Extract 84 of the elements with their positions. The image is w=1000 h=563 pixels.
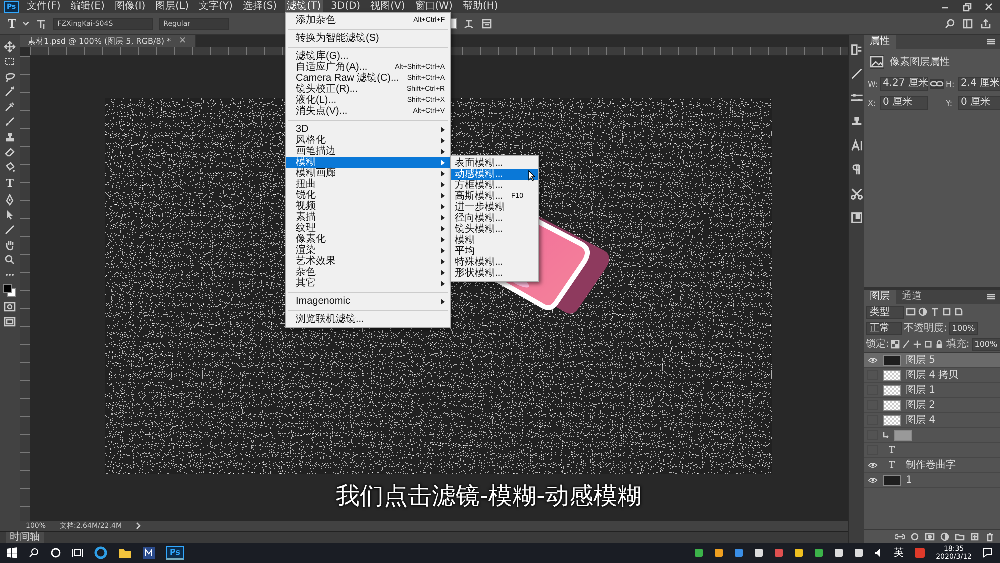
menu-item[interactable]: 形状模糊... <box>451 268 538 279</box>
layer-row[interactable]: T 制作卷曲字 <box>864 458 1000 473</box>
menu-item[interactable]: 径向模糊... <box>451 213 538 224</box>
menu-item[interactable]: 选择(S) <box>240 0 280 13</box>
input-field[interactable]: 2.4 厘米 <box>958 77 1000 91</box>
menu-item[interactable]: 窗口(W) <box>413 0 455 13</box>
input-field[interactable]: 4.27 厘米 <box>880 77 928 91</box>
layer-name: 图层 4 拷贝 <box>906 369 959 382</box>
text-layer-icon: T <box>883 444 901 456</box>
menu-item[interactable]: 方框模糊... <box>451 180 538 191</box>
menu-item[interactable]: 扭曲 <box>286 179 450 190</box>
menu-item[interactable]: 素描 <box>286 212 450 223</box>
layer-filter-dropdown[interactable]: 类型 <box>866 306 904 318</box>
layer-row[interactable]: 图层 1 <box>864 383 1000 398</box>
close-tab-button[interactable]: × <box>179 36 187 46</box>
photoshop-taskbar-button[interactable]: Ps <box>166 546 184 560</box>
menu-item[interactable]: 图层(L) <box>154 0 192 13</box>
menu-item[interactable]: 模糊画廊 <box>286 168 450 179</box>
menu-item[interactable]: 动感模糊... <box>451 169 538 180</box>
layer-row[interactable]: T <box>864 443 1000 458</box>
layer-name: 制作卷曲字 <box>906 458 956 472</box>
document-title: 素材1.psd @ 100% (图层 5, RGB/8) * <box>28 36 171 46</box>
video-caption: 我们点击滤镜-模糊-动感模糊 <box>336 481 642 512</box>
blend-mode-dropdown[interactable]: 正常 <box>866 322 902 334</box>
layer-name: 图层 2 <box>906 399 936 412</box>
panel-heading: 像素图层属性 <box>890 56 950 69</box>
menu-item[interactable]: 编辑(E) <box>68 0 107 13</box>
layer-name: 图层 1 <box>906 384 936 397</box>
field-label: X: <box>868 98 878 108</box>
fill-label: 填充: <box>946 338 970 351</box>
layer-name: 图层 4 <box>906 414 936 427</box>
properties-tab[interactable]: 属性 <box>864 35 896 49</box>
fill-field[interactable]: 100% <box>972 338 1000 350</box>
menu-item[interactable]: 艺术效果 <box>286 256 450 267</box>
menu-item[interactable]: 滤镜库(G)... <box>286 51 450 62</box>
layer-row[interactable]: 图层 4 <box>864 413 1000 428</box>
panel-tab[interactable]: 通道 <box>896 290 928 304</box>
layer-name: 图层 5 <box>906 354 936 367</box>
layer-row[interactable]: 图层 4 拷贝 <box>864 368 1000 383</box>
menu-item[interactable]: 杂色 <box>286 267 450 278</box>
panel-tab[interactable]: 图层 <box>864 290 896 304</box>
layer-name: 1 <box>906 474 912 486</box>
text-tool-button[interactable]: T <box>6 176 14 191</box>
menu-item[interactable]: 3D(D) <box>329 0 363 13</box>
menu-item[interactable]: 风格化 <box>286 135 450 146</box>
menu-item[interactable]: 表面模糊... <box>451 158 538 169</box>
menu-item[interactable]: 浏览联机滤镜... <box>286 314 450 325</box>
layer-row[interactable]: 图层 5 <box>864 353 1000 368</box>
field-label: Y: <box>946 98 954 108</box>
menu-item[interactable]: 画笔描边 <box>286 146 450 157</box>
menu-item[interactable]: 进一步模糊 <box>451 202 538 213</box>
menu-item[interactable]: 图像(I) <box>112 0 148 13</box>
menu-item[interactable]: 锐化 <box>286 190 450 201</box>
menu-item[interactable]: Imagenomic <box>286 296 450 307</box>
menu-item[interactable]: 特殊模糊... <box>451 257 538 268</box>
menu-item[interactable]: 镜头模糊... <box>451 224 538 235</box>
timeline-tab[interactable]: 时间轴 <box>6 532 44 543</box>
menu-item[interactable]: 渲染 <box>286 245 450 256</box>
document-tab[interactable]: 素材1.psd @ 100% (图层 5, RGB/8) * × <box>20 35 196 47</box>
menu-item[interactable]: 文字(Y) <box>197 0 235 13</box>
menu-item[interactable]: 纹理 <box>286 223 450 234</box>
text-tool-button[interactable]: T <box>8 16 17 32</box>
menu-item[interactable]: 平均 <box>451 246 538 257</box>
language-indicator[interactable]: 英 <box>894 546 904 560</box>
text-layer-icon: T <box>883 460 901 470</box>
lock-label: 锁定: <box>866 338 890 351</box>
opacity-label: 不透明度: <box>904 322 948 335</box>
menu-item[interactable]: 文件(F) <box>25 0 63 13</box>
menu-item[interactable]: 3D <box>286 124 450 135</box>
input-field[interactable]: 0 厘米 <box>880 96 928 110</box>
menu-item[interactable]: 视频 <box>286 201 450 212</box>
menu-item[interactable]: 帮助(H) <box>460 0 500 13</box>
opacity-field[interactable]: 100% <box>949 322 978 334</box>
layer-row[interactable]: 图层 2 <box>864 398 1000 413</box>
field-label: H: <box>946 80 956 88</box>
menu-item[interactable]: 转换为智能滤镜(S) <box>286 33 450 44</box>
input-field[interactable]: 0 厘米 <box>958 96 1000 110</box>
menu-item[interactable]: 视图(V) <box>368 0 408 13</box>
menu-item[interactable]: 其它 <box>286 278 450 289</box>
menu-item[interactable]: 模糊 <box>451 235 538 246</box>
menu-item[interactable]: 滤镜(T) <box>285 0 324 13</box>
menu-item[interactable]: 像素化 <box>286 234 450 245</box>
field-label: W: <box>868 80 878 88</box>
layer-row[interactable]: 1 <box>864 473 1000 488</box>
